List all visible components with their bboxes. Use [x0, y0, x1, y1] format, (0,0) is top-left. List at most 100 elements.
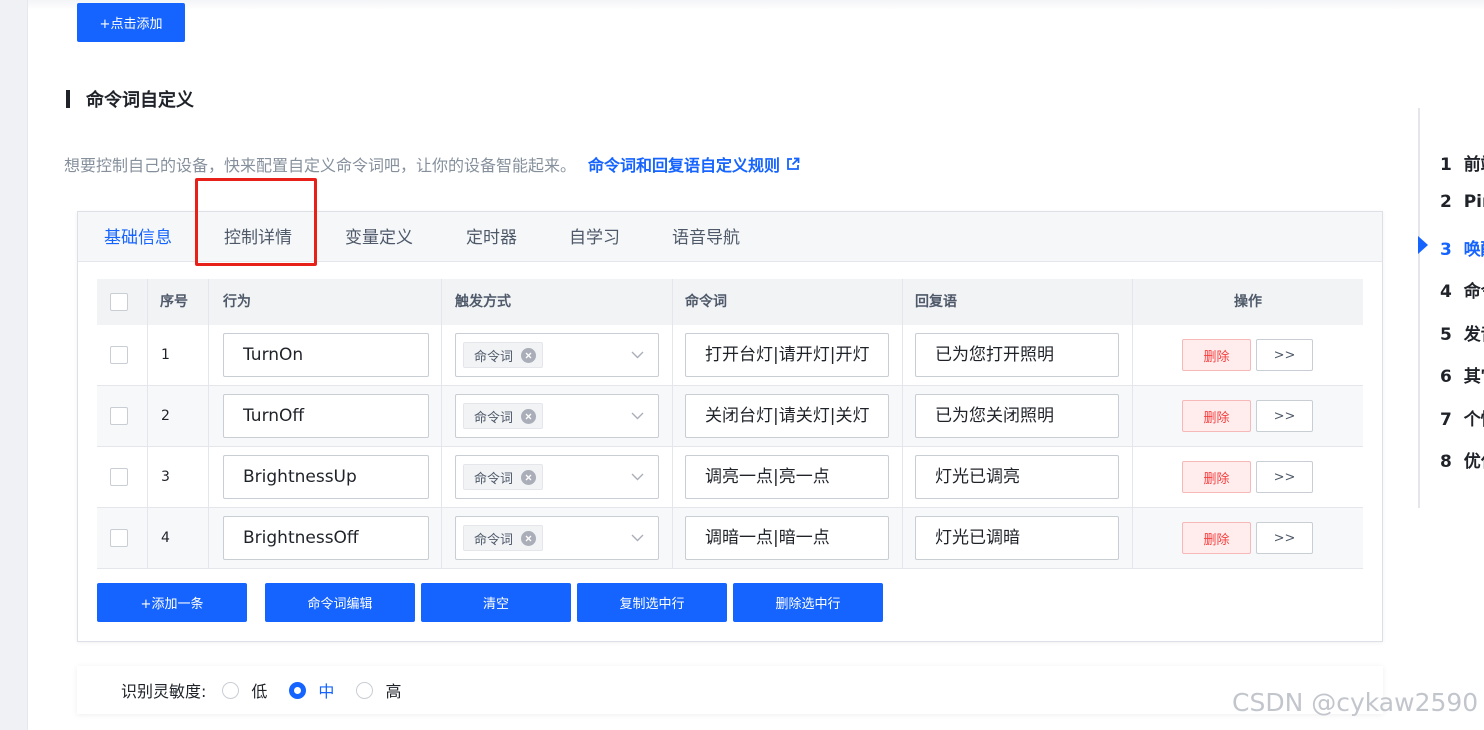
- row-select-cell: [97, 447, 148, 508]
- tag-close-icon[interactable]: [521, 408, 537, 424]
- delete-selected-button[interactable]: 删除选中行: [733, 583, 883, 622]
- title-bar: [66, 90, 70, 108]
- clear-button[interactable]: 清空: [421, 583, 571, 622]
- rule-link-text: 命令词和回复语自定义规则: [588, 156, 781, 175]
- sensitivity-option-medium[interactable]: 中: [289, 678, 334, 702]
- expand-row-button[interactable]: >>: [1256, 400, 1313, 432]
- table-header: 序号 行为 触发方式 命令词 回复语 操作: [97, 279, 1363, 325]
- row-ops-cell: 删除 >>: [1133, 325, 1363, 386]
- header-reply: 回复语: [903, 279, 1133, 325]
- delete-row-button[interactable]: 删除: [1182, 339, 1251, 371]
- action-input[interactable]: TurnOn: [223, 333, 429, 377]
- trigger-tag-label: 命令词: [474, 471, 514, 487]
- row-select-cell: [97, 508, 148, 569]
- row-action-cell: BrightnessUp: [209, 447, 442, 508]
- trigger-select[interactable]: 命令词: [455, 455, 659, 499]
- command-input[interactable]: 关闭台灯|请关灯|关灯: [685, 394, 889, 438]
- delete-row-button[interactable]: 删除: [1182, 461, 1251, 493]
- tag-close-icon[interactable]: [521, 530, 537, 546]
- action-input[interactable]: BrightnessUp: [223, 455, 429, 499]
- section-description: 想要控制自己的设备，快来配置自定义命令词吧，让你的设备智能起来。 命令词和回复语…: [64, 152, 800, 176]
- sensitivity-label: 识别灵敏度:: [121, 682, 207, 701]
- row-checkbox[interactable]: [110, 468, 128, 486]
- option-low-label: 低: [251, 682, 268, 701]
- rule-link[interactable]: 命令词和回复语自定义规则: [588, 152, 800, 176]
- option-medium-label: 中: [318, 682, 335, 701]
- select-all-checkbox[interactable]: [110, 293, 128, 311]
- trigger-select[interactable]: 命令词: [455, 394, 659, 438]
- tag-close-icon[interactable]: [521, 469, 537, 485]
- toc-item[interactable]: 1 前端: [1440, 150, 1484, 175]
- row-index-cell: 2: [148, 386, 209, 447]
- toc-item[interactable]: 2 Pin: [1440, 192, 1484, 212]
- action-input[interactable]: TurnOff: [223, 394, 429, 438]
- table-of-contents: 1 前端 2 Pin 3 唤醒 4 命令 5 发音 6 其它 7 个性 8 优化: [1418, 108, 1484, 508]
- command-input[interactable]: 打开台灯|请开灯|开灯: [685, 333, 889, 377]
- sensitivity-option-low[interactable]: 低: [222, 678, 267, 702]
- row-ops-cell: 删除 >>: [1133, 447, 1363, 508]
- expand-row-button[interactable]: >>: [1256, 461, 1313, 493]
- row-checkbox[interactable]: [110, 529, 128, 547]
- radio-high[interactable]: [356, 681, 374, 699]
- trigger-select[interactable]: 命令词: [455, 333, 659, 377]
- trigger-tag: 命令词: [463, 525, 544, 551]
- command-input[interactable]: 调暗一点|暗一点: [685, 516, 889, 560]
- header-select-cell: [97, 279, 148, 325]
- chevron-down-icon: [631, 351, 644, 359]
- chevron-down-icon: [631, 534, 644, 542]
- row-reply-cell: 灯光已调亮: [903, 447, 1133, 508]
- delete-row-button[interactable]: 删除: [1182, 522, 1251, 554]
- radio-medium[interactable]: [289, 681, 307, 699]
- left-sidebar-strip: [0, 0, 28, 730]
- row-select-cell: [97, 325, 148, 386]
- row-checkbox[interactable]: [110, 407, 128, 425]
- sensitivity-option-high[interactable]: 高: [356, 678, 401, 702]
- toc-item[interactable]: 6 其它: [1440, 362, 1484, 387]
- toc-item[interactable]: 4 命令: [1440, 277, 1484, 302]
- click-add-button[interactable]: +点击添加: [77, 3, 185, 42]
- reply-input[interactable]: 已为您打开照明: [915, 333, 1119, 377]
- table-row: 4 BrightnessOff 命令词 调暗一点|暗一点 灯光已调暗 删除 >>: [97, 508, 1363, 569]
- tab-self-learning[interactable]: 自学习: [569, 212, 620, 262]
- chevron-down-icon: [631, 412, 644, 420]
- reply-input[interactable]: 灯光已调亮: [915, 455, 1119, 499]
- row-checkbox[interactable]: [110, 346, 128, 364]
- active-indicator-icon: [1418, 236, 1428, 254]
- tab-timer[interactable]: 定时器: [466, 212, 517, 262]
- trigger-tag: 命令词: [463, 403, 544, 429]
- tag-close-icon[interactable]: [521, 347, 537, 363]
- radio-low[interactable]: [222, 681, 240, 699]
- tab-basic-info[interactable]: 基础信息: [104, 212, 172, 262]
- action-input[interactable]: BrightnessOff: [223, 516, 429, 560]
- table-row: 2 TurnOff 命令词 关闭台灯|请关灯|关灯 已为您关闭照明 删除 >>: [97, 386, 1363, 447]
- header-trigger: 触发方式: [442, 279, 673, 325]
- reply-input[interactable]: 灯光已调暗: [915, 516, 1119, 560]
- tab-voice-navigation[interactable]: 语音导航: [672, 212, 740, 262]
- reply-input[interactable]: 已为您关闭照明: [915, 394, 1119, 438]
- trigger-select[interactable]: 命令词: [455, 516, 659, 560]
- row-select-cell: [97, 386, 148, 447]
- edit-commands-button[interactable]: 命令词编辑: [265, 583, 415, 622]
- add-row-button[interactable]: +添加一条: [97, 583, 247, 622]
- toc-item[interactable]: 8 优化: [1440, 447, 1484, 472]
- row-index-cell: 1: [148, 325, 209, 386]
- option-high-label: 高: [385, 682, 402, 701]
- delete-row-button[interactable]: 删除: [1182, 400, 1251, 432]
- table-row: 3 BrightnessUp 命令词 调亮一点|亮一点 灯光已调亮 删除 >>: [97, 447, 1363, 508]
- expand-row-button[interactable]: >>: [1256, 522, 1313, 554]
- row-ops-cell: 删除 >>: [1133, 386, 1363, 447]
- toc-item[interactable]: 5 发音: [1440, 320, 1484, 345]
- command-input[interactable]: 调亮一点|亮一点: [685, 455, 889, 499]
- row-action-cell: TurnOn: [209, 325, 442, 386]
- copy-selected-button[interactable]: 复制选中行: [577, 583, 727, 622]
- tab-variable-definition[interactable]: 变量定义: [345, 212, 413, 262]
- toc-item[interactable]: 7 个性: [1440, 405, 1484, 430]
- row-index-cell: 3: [148, 447, 209, 508]
- row-reply-cell: 已为您打开照明: [903, 325, 1133, 386]
- top-shadow: [28, 0, 1484, 10]
- section-title-text: 命令词自定义: [86, 90, 194, 111]
- section-title: 命令词自定义: [66, 86, 194, 112]
- expand-row-button[interactable]: >>: [1256, 339, 1313, 371]
- trigger-tag-label: 命令词: [474, 410, 514, 426]
- toc-item-active[interactable]: 3 唤醒: [1440, 235, 1484, 260]
